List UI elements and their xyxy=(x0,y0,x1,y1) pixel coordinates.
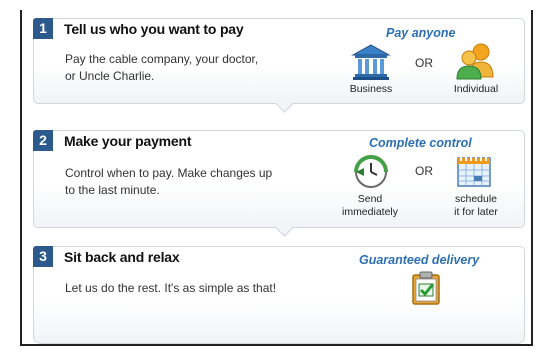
calendar-icon xyxy=(456,154,492,193)
caption-line: Send xyxy=(357,193,383,205)
caption-line: immediately xyxy=(341,206,399,218)
step-title: Sit back and relax xyxy=(64,249,180,265)
clock-arrow-icon xyxy=(352,153,390,196)
description-line: to the last minute. xyxy=(65,183,160,197)
bank-building-icon xyxy=(351,43,391,86)
caption-line: it for later xyxy=(454,206,498,218)
step-2-panel: 2 Make your payment Control when to pay.… xyxy=(33,130,525,237)
step-number-badge: 2 xyxy=(33,130,53,151)
step-tagline: Guaranteed delivery xyxy=(359,253,480,267)
or-label: OR xyxy=(415,56,433,70)
step-tagline: Pay anyone xyxy=(386,26,456,40)
individual-label: Individual xyxy=(453,83,499,95)
step-number-badge: 3 xyxy=(33,246,53,267)
step-description: Control when to pay. Make changes up to … xyxy=(65,165,272,199)
step-description: Let us do the rest. It's as simple as th… xyxy=(65,280,276,297)
description-line: or Uncle Charlie. xyxy=(65,69,155,83)
step-title: Tell us who you want to pay xyxy=(64,21,244,37)
description-line: Let us do the rest. It's as simple as th… xyxy=(65,281,277,295)
schedule-later-label: schedule it for later xyxy=(442,193,510,219)
step-description: Pay the cable company, your doctor, or U… xyxy=(65,51,258,85)
step-number-badge: 1 xyxy=(33,18,53,39)
step-title: Make your payment xyxy=(64,133,192,149)
step-3-panel: 3 Sit back and relax Let us do the rest.… xyxy=(33,246,525,344)
clipboard-check-icon xyxy=(411,271,441,310)
description-line: Control when to pay. Make changes up xyxy=(65,166,273,180)
step-1-panel: 1 Tell us who you want to pay Pay the ca… xyxy=(33,18,525,113)
caption-line: schedule xyxy=(454,193,498,205)
or-label: OR xyxy=(415,164,433,178)
business-label: Business xyxy=(349,83,393,95)
description-line: Pay the cable company, your doctor, xyxy=(65,52,259,66)
send-immediately-label: Send immediately xyxy=(336,193,404,219)
people-icon xyxy=(454,41,498,86)
step-tagline: Complete control xyxy=(369,136,472,150)
